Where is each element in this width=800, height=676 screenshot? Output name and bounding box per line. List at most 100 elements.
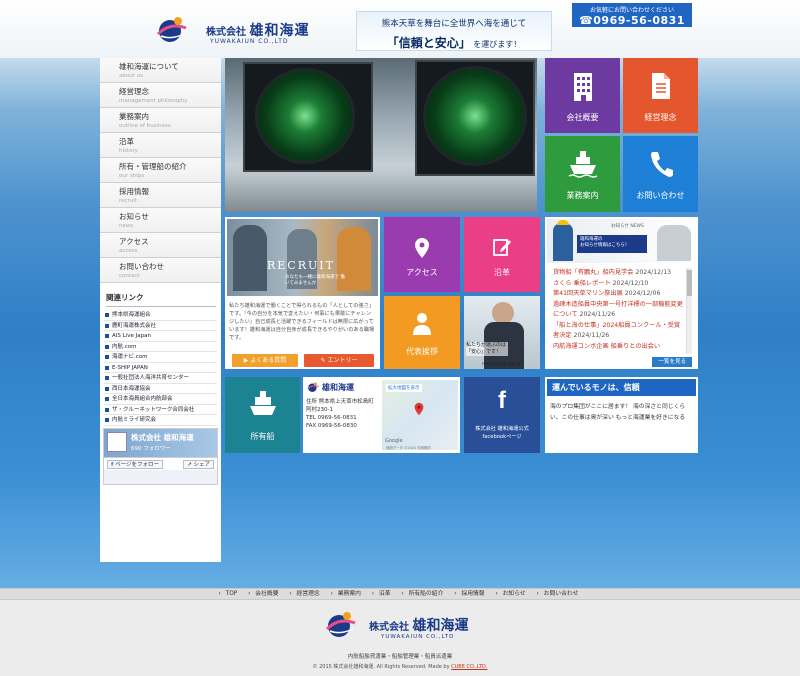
tile-facebook-label: 株式会社 雄和海運公式 facebookページ	[475, 426, 529, 440]
sidebar-item-philosophy[interactable]: 経営理念 management philosophy	[100, 83, 221, 108]
site-logo[interactable]: 株式会社 雄和海運 YUWAKAIUN CO.,LTD	[156, 14, 308, 48]
footer-maker-link[interactable]: CUBE CO.,LTD.	[451, 664, 487, 670]
google-map[interactable]: 拡大地図を表示 Google 地図データ ©2025 利用規約	[382, 380, 458, 450]
facebook-follow-button[interactable]: f ページをフォロー	[107, 460, 164, 469]
logo-mark-icon	[325, 612, 356, 637]
tile-contact-label: お問い合わせ	[636, 191, 685, 200]
ceo-photo: 私たちが運ぶのは「安心」です！ 代表取締役社長 渡邉 〇〇	[464, 296, 540, 369]
phone-label: お気軽にお問い合わせください	[589, 7, 674, 14]
tile-business-label: 業務案内	[566, 191, 599, 200]
radar-display-left	[255, 68, 355, 164]
catch-line-1: 熊本天草を舞台に全世界へ海を通じて	[381, 19, 527, 29]
related-link[interactable]: 内航ミライ研究会	[104, 415, 217, 426]
news-banner-photo	[657, 225, 691, 261]
news-item[interactable]: 「船と海の仕事」2024船員コンクール・受賞者決定 2024/11/26	[553, 321, 683, 342]
facebook-share-button[interactable]: ↗ シェア	[183, 460, 214, 469]
footer-link-contact[interactable]: › お問い合わせ	[537, 591, 582, 597]
footer-link-history[interactable]: › 沿革	[372, 591, 394, 597]
news-item[interactable]: 内航海運コンボ企画 船乗りとの出会い	[553, 342, 683, 353]
faq-button[interactable]: ▶ よくある質問	[232, 354, 298, 367]
facebook-page-name[interactable]: 株式会社 雄和海運	[131, 432, 194, 443]
related-link[interactable]: ザ・クルーネットワーク合同会社	[104, 405, 217, 415]
news-banner-tag: お知らせ NEWS	[611, 224, 644, 229]
tile-company[interactable]: 会社概要	[545, 58, 620, 133]
facebook-icon: f	[111, 462, 114, 468]
related-link[interactable]: 内航.com	[104, 342, 217, 352]
sidebar-item-contact[interactable]: お問い合わせ contact	[100, 258, 221, 283]
news-item[interactable]: 第41回天草マリン祭出展 2024/12/06	[553, 289, 683, 300]
map-pin-icon	[415, 238, 429, 258]
radar-display-right	[423, 66, 527, 166]
news-banner[interactable]: お知らせ NEWS 雄和海運の お知らせ情報はこちら！	[547, 219, 696, 263]
tile-philosophy[interactable]: 経営理念	[623, 58, 698, 133]
footer-link-business[interactable]: › 業務案内	[331, 591, 364, 597]
news-more-button[interactable]: 一覧を見る	[652, 357, 692, 367]
sidebar-item-about[interactable]: 雄和海運について about us	[100, 58, 221, 83]
facebook-followers: 690 フォロワー	[131, 446, 171, 452]
footer: 株式会社 雄和海運 YUWAKAIUN CO.,LTD 内航船舶貸渡業・船舶管理…	[0, 601, 800, 676]
map-card-fax: FAX 0969-56-0830	[306, 423, 357, 429]
footer-english-name: YUWAKAIUN CO.,LTD	[381, 634, 455, 640]
sidebar-item-history[interactable]: 沿革 history	[100, 133, 221, 158]
map-card-brand: 雄和海運	[322, 383, 354, 392]
tile-contact[interactable]: お問い合わせ	[623, 136, 698, 212]
footer-link-top[interactable]: › TOP	[219, 591, 241, 597]
footer-link-news[interactable]: › お知らせ	[495, 591, 528, 597]
sidebar-item-news[interactable]: お知らせ news	[100, 208, 221, 233]
share-icon: ↗	[187, 462, 192, 468]
sidebar-item-access[interactable]: アクセス access	[100, 233, 221, 258]
mono-panel: 運んでいるモノは、信頼 海のプロ集団がここに居ます！ 海の深さと同じくらい、この…	[545, 377, 698, 453]
phone-number: ☎0969-56-0831	[579, 14, 685, 27]
sidebar: 雄和海運について about us 経営理念 management philosop…	[100, 58, 221, 562]
edit-note-icon	[493, 239, 511, 256]
tile-history[interactable]: 沿革	[464, 217, 540, 292]
related-link[interactable]: AIS Live Japan	[104, 331, 217, 342]
related-link[interactable]: 鹿町海運株式会社	[104, 321, 217, 331]
news-item[interactable]: さくら 乗船レポート 2024/12/10	[553, 279, 683, 290]
sidebar-item-recruit[interactable]: 採用情報 recruit	[100, 183, 221, 208]
mono-body: 海のプロ集団がここに居ます！ 海の深さと同じくらい、この仕事は奥が深い もっと海…	[550, 404, 686, 421]
logo-mark-icon	[307, 382, 319, 392]
person-icon	[413, 313, 431, 335]
news-banner-text: 雄和海運の お知らせ情報はこちら！	[577, 235, 647, 253]
facebook-icon: f	[498, 387, 506, 414]
footer-link-recruit[interactable]: › 採用情報	[454, 591, 487, 597]
ceo-name: 代表取締役社長 渡邉 〇〇	[482, 362, 523, 366]
tile-business[interactable]: 業務案内	[545, 136, 620, 212]
facebook-page-avatar	[107, 432, 127, 452]
greeting-quote: 私たちが運ぶのは「安心」です！	[466, 342, 508, 356]
facebook-cover: 株式会社 雄和海運 690 フォロワー	[104, 429, 217, 457]
related-link[interactable]: 西日本海運協会	[104, 384, 217, 394]
related-links: 熊本県海運組合 鹿町海運株式会社 AIS Live Japan 内航.com 海…	[100, 310, 221, 426]
news-item[interactable]: 過疎木造船員中央第一号打洋標の一部機能変更について 2024/11/26	[553, 300, 683, 321]
logo-company-name: 株式会社 雄和海運	[206, 23, 310, 39]
footer-link-ships[interactable]: › 所有船の紹介	[401, 591, 446, 597]
map-marker-icon[interactable]	[414, 402, 424, 416]
ship-icon	[568, 151, 597, 178]
facebook-widget: 株式会社 雄和海運 690 フォロワー f ページをフォロー ↗ シェア	[103, 428, 218, 485]
sidebar-item-business[interactable]: 業務案内 outline of business	[100, 108, 221, 133]
entry-button[interactable]: ✎ エントリー	[304, 354, 374, 367]
related-link[interactable]: 全日本海員組合内航部会	[104, 394, 217, 405]
related-link[interactable]: 熊本県海運組合	[104, 310, 217, 321]
related-link[interactable]: 海運ナビ.com	[104, 352, 217, 363]
map-enlarge-link[interactable]: 拡大地図を表示	[386, 384, 422, 392]
related-link[interactable]: E-SHIP JAPAN	[104, 363, 217, 373]
tile-facebook[interactable]: f 株式会社 雄和海運公式 facebookページ	[464, 377, 540, 453]
news-item[interactable]: 貨物船「有鵬丸」船内見学会 2024/12/13	[553, 268, 683, 279]
footer-logo[interactable]: 株式会社 雄和海運 YUWAKAIUN CO.,LTD	[325, 609, 475, 643]
footer-link-philosophy[interactable]: › 経営理念	[289, 591, 322, 597]
logo-mark-icon	[156, 17, 187, 42]
footer-link-company[interactable]: › 会社概要	[248, 591, 281, 597]
recruit-banner[interactable]: RECRUIT あなたも一緒に雄和海運で 働いてみませんか	[227, 219, 378, 296]
news-scrollbar-thumb[interactable]	[687, 270, 692, 296]
tile-ships[interactable]: 所有船	[225, 377, 300, 453]
map-card-tel: TEL 0969-56-0831	[306, 415, 357, 421]
related-link[interactable]: 一般社団法人海洋共育センター	[104, 373, 217, 384]
header-phone[interactable]: お気軽にお問い合わせください ☎0969-56-0831	[572, 3, 692, 27]
tile-greeting[interactable]: 代表挨拶	[384, 296, 460, 369]
news-scrollbar[interactable]	[686, 268, 692, 354]
catch-line-2: 「信頼と安心」 を運びます！	[386, 36, 522, 50]
sidebar-item-ships[interactable]: 所有・管理船の紹介 our ships	[100, 158, 221, 183]
tile-access[interactable]: アクセス	[384, 217, 460, 292]
